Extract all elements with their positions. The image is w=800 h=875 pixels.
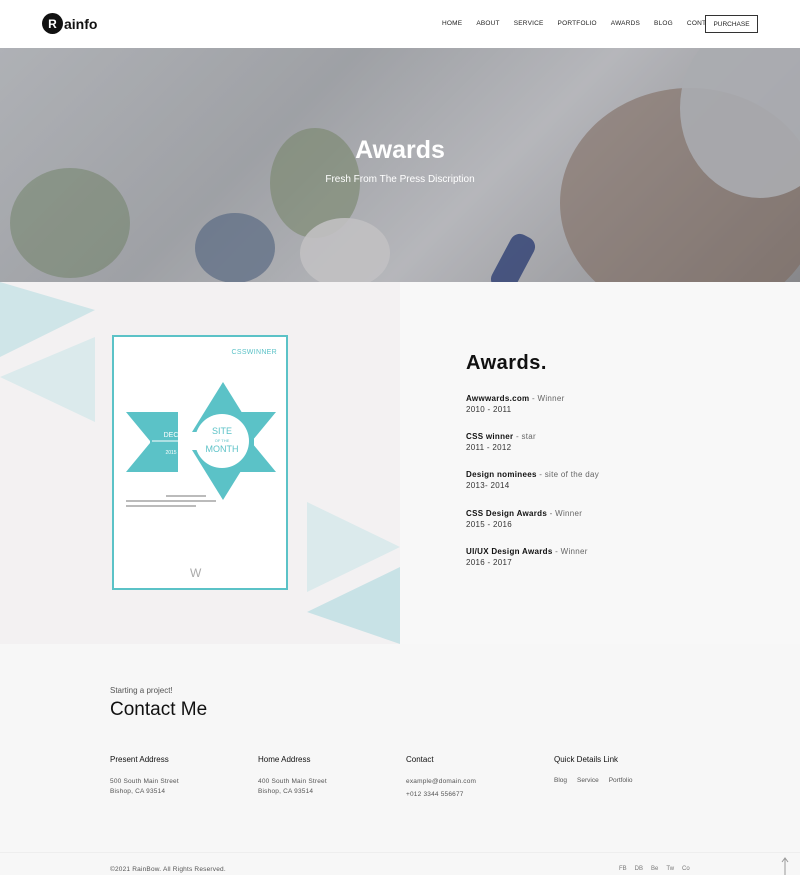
award-item: CSS Design Awards - Winner 2015 - 2016 <box>466 508 582 530</box>
present-address-line2: Bishop, CA 93514 <box>110 788 166 795</box>
page-title: Awards <box>355 136 445 164</box>
award-item: Awwwards.com - Winner 2010 - 2011 <box>466 393 565 415</box>
award-name: CSS Design Awards <box>466 509 548 518</box>
award-years: 2010 - 2011 <box>466 405 512 414</box>
certificate-logo-icon: W <box>190 566 202 580</box>
cert-dec: DEC <box>164 432 179 439</box>
award-name: CSS winner <box>466 432 514 441</box>
present-address-title: Present Address <box>110 755 169 764</box>
home-address-line2: Bishop, CA 93514 <box>258 788 314 795</box>
quick-links-title: Quick Details Link <box>554 755 619 764</box>
awards-heading: Awards. <box>466 352 547 374</box>
contact-kicker: Starting a project! <box>110 686 173 695</box>
contact-col-title: Contact <box>406 755 434 764</box>
award-role: - Winner <box>529 394 565 403</box>
awards-visual-panel: CSSWINNER DEC 2015 SITE OF THE MONTH W <box>0 282 400 644</box>
home-address-column: Home Address 400 South Main Street Bisho… <box>258 755 327 797</box>
award-role: - Winner <box>552 547 588 556</box>
award-years: 2013- 2014 <box>466 481 510 490</box>
main-nav: HOME ABOUT SERVICE PORTFOLIO AWARDS BLOG… <box>442 20 733 27</box>
site-header: R ainfo HOME ABOUT SERVICE PORTFOLIO AWA… <box>0 0 800 48</box>
nav-home[interactable]: HOME <box>442 20 462 27</box>
social-behance[interactable]: Be <box>651 866 658 872</box>
social-twitter[interactable]: Tw <box>666 866 674 872</box>
hero-overlay <box>0 48 800 282</box>
award-years: 2011 - 2012 <box>466 443 512 452</box>
nav-blog[interactable]: BLOG <box>654 20 673 27</box>
award-item: CSS winner - star 2011 - 2012 <box>466 431 536 453</box>
award-years: 2016 - 2017 <box>466 558 513 567</box>
award-certificate: CSSWINNER DEC 2015 SITE OF THE MONTH W <box>112 335 288 590</box>
logo-mark: R <box>42 13 63 34</box>
certificate-body-text <box>126 495 276 510</box>
contact-phone[interactable]: +012 3344 556677 <box>406 790 476 800</box>
social-dribbble[interactable]: DB <box>635 866 643 872</box>
social-facebook[interactable]: FB <box>619 866 627 872</box>
award-role: - site of the day <box>536 470 600 479</box>
social-codepen[interactable]: Co <box>682 866 690 872</box>
contact-column: Contact example@domain.com +012 3344 556… <box>406 755 476 800</box>
home-address-line1: 400 South Main Street <box>258 778 327 785</box>
scroll-to-top-icon[interactable] <box>781 857 789 875</box>
award-role: - star <box>513 432 536 441</box>
present-address-line1: 500 South Main Street <box>110 778 179 785</box>
hero-banner: Awards Fresh From The Press Discription <box>0 48 800 282</box>
cert-year: 2015 <box>165 450 176 456</box>
award-name: UI/UX Design Awards <box>466 547 553 556</box>
award-years: 2015 - 2016 <box>466 520 513 529</box>
quick-link-service[interactable]: Service <box>577 777 599 784</box>
nav-about[interactable]: ABOUT <box>476 20 499 27</box>
quick-links-column: Quick Details Link Blog Service Portfoli… <box>554 755 643 784</box>
footer-divider <box>0 852 800 853</box>
present-address-column: Present Address 500 South Main Street Bi… <box>110 755 179 797</box>
quick-link-blog[interactable]: Blog <box>554 777 567 784</box>
logo-text: ainfo <box>64 15 98 32</box>
social-links: FB DB Be Tw Co <box>619 866 698 872</box>
nav-service[interactable]: SERVICE <box>514 20 544 27</box>
cert-of-the: OF THE <box>215 438 230 443</box>
award-item: Design nominees - site of the day 2013- … <box>466 469 599 491</box>
logo[interactable]: R ainfo <box>42 13 97 34</box>
contact-title: Contact Me <box>110 699 208 720</box>
nav-awards[interactable]: AWARDS <box>611 20 640 27</box>
purchase-button[interactable]: PURCHASE <box>705 15 758 33</box>
award-item: UI/UX Design Awards - Winner 2016 - 2017 <box>466 546 588 568</box>
nav-portfolio[interactable]: PORTFOLIO <box>558 20 597 27</box>
copyright: ©2021 RainBow. All Rights Reserved. <box>110 866 226 873</box>
award-role: - Winner <box>547 509 583 518</box>
certificate-text-art: DEC 2015 SITE OF THE MONTH <box>164 426 239 456</box>
cert-month: MONTH <box>206 444 239 454</box>
cert-site: SITE <box>212 426 232 436</box>
contact-email[interactable]: example@domain.com <box>406 777 476 787</box>
award-name: Design nominees <box>466 470 537 479</box>
page-subtitle: Fresh From The Press Discription <box>325 174 475 185</box>
home-address-title: Home Address <box>258 755 311 764</box>
awards-list-panel: Awards. Awwwards.com - Winner 2010 - 201… <box>400 282 800 644</box>
quick-link-portfolio[interactable]: Portfolio <box>609 777 633 784</box>
award-name: Awwwards.com <box>466 394 530 403</box>
quick-links: Blog Service Portfolio <box>554 777 643 784</box>
